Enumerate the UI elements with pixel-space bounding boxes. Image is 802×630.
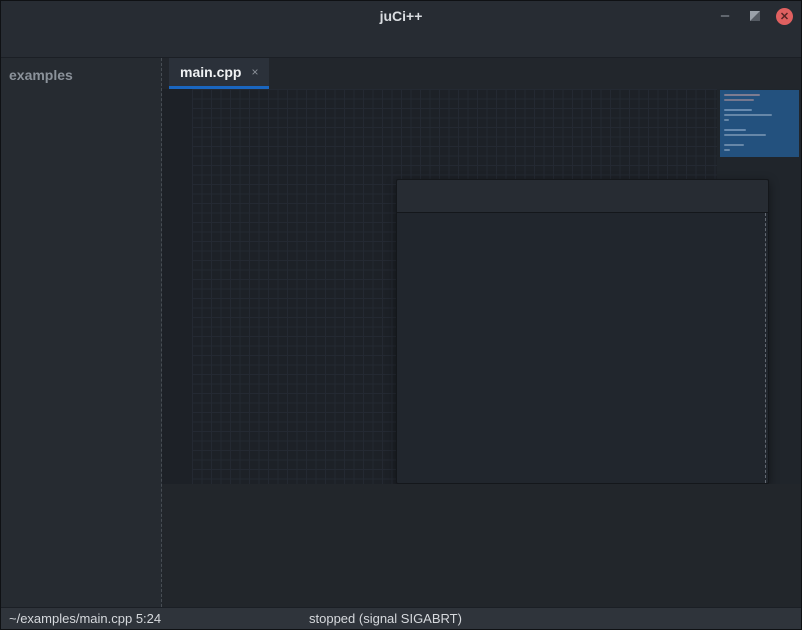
- minimap-code-line: [724, 109, 752, 111]
- minimap-code-line: [724, 119, 729, 121]
- menubar: [1, 31, 801, 58]
- file-tree-sidebar: examples: [1, 58, 162, 607]
- minimap-code-line: [724, 94, 760, 96]
- tab-label: main.cpp: [180, 64, 241, 80]
- maximize-button[interactable]: [750, 11, 760, 21]
- cursor-location-text: ~/examples/main.cpp 5:24: [9, 611, 161, 626]
- terminal-output[interactable]: [162, 484, 801, 607]
- backtrace-popup: [396, 179, 769, 484]
- minimap-code-line: [724, 134, 766, 136]
- window-title: juCi++: [380, 8, 423, 24]
- backtrace-popup-search-box[interactable]: [397, 180, 768, 213]
- minimap-viewport[interactable]: [720, 90, 799, 157]
- titlebar: juCi++ – ✕: [1, 1, 801, 31]
- minimap-code-line: [724, 114, 772, 116]
- statusbar: ~/examples/main.cpp 5:24 stopped (signal…: [1, 607, 801, 629]
- minimize-button[interactable]: –: [716, 11, 734, 21]
- tabbar: main.cpp ×: [162, 58, 801, 89]
- tab-close-icon[interactable]: ×: [251, 65, 258, 79]
- window-buttons: – ✕: [716, 1, 793, 31]
- app-window: juCi++ – ✕ examples main.cpp ×: [0, 0, 802, 630]
- minimap-code-line: [724, 149, 730, 151]
- minimap-code-line: [724, 99, 754, 101]
- tab-main-cpp[interactable]: main.cpp ×: [169, 58, 269, 89]
- minimap-code-line: [724, 144, 744, 146]
- debug-status-text: stopped (signal SIGABRT): [309, 611, 462, 626]
- minimap-code-line: [724, 129, 746, 131]
- backtrace-list: [397, 213, 768, 483]
- project-folder-label: examples: [1, 62, 161, 91]
- code-editor[interactable]: [162, 89, 801, 484]
- main-area: examples main.cpp ×: [1, 58, 801, 607]
- close-button[interactable]: ✕: [776, 8, 793, 25]
- editor-pane: main.cpp ×: [162, 58, 801, 607]
